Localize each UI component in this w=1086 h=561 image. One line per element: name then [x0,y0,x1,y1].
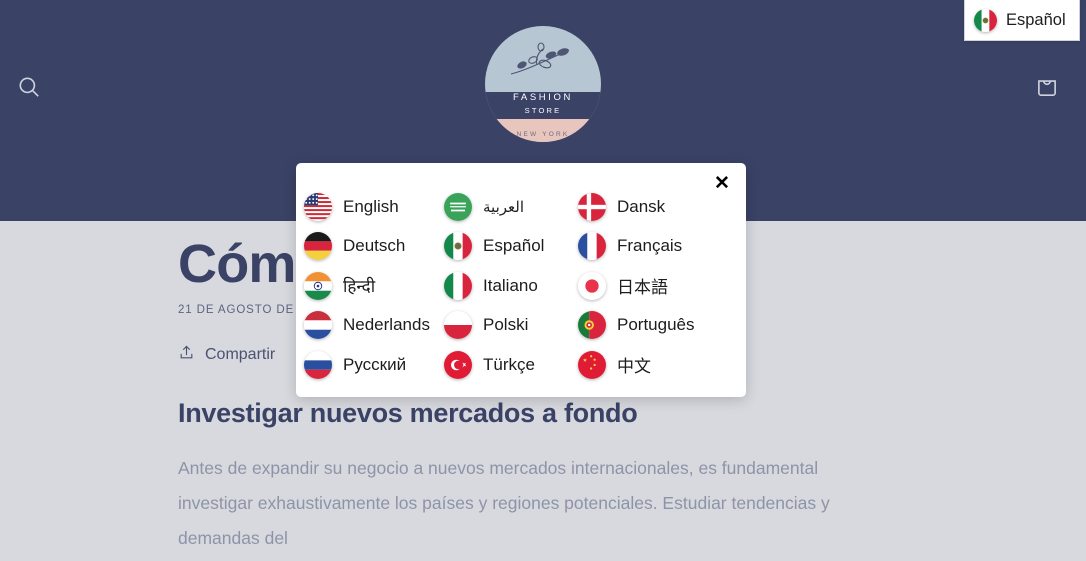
flag-pl-icon [444,311,472,340]
language-option-fran-ais[interactable]: Français [572,227,732,267]
flag-dk-icon [578,192,606,221]
share-label: Compartir [205,346,276,363]
language-option-[interactable]: Русский [298,345,438,385]
language-option-label: Italiano [483,275,538,295]
flag-de-icon [304,232,332,261]
language-option-label: 中文 [617,357,651,377]
language-option-label: Polski [483,315,529,335]
language-option-portugu-s[interactable]: Português [572,306,732,346]
language-option-label: Español [483,236,545,256]
flag-cn-icon [578,350,606,379]
language-option-espa-ol[interactable]: Español [438,227,572,267]
flag-nl-icon [304,311,332,340]
language-option-deutsch[interactable]: Deutsch [298,227,438,267]
flag-ru-icon [304,350,332,379]
language-option-[interactable]: العربية [438,187,572,227]
site-logo[interactable]: FASHION STORE NEW YORK [485,26,601,142]
logo-branch-icon [510,42,570,75]
flag-mx-icon [974,8,997,32]
logo-text-store: STORE [524,105,562,115]
language-option-dansk[interactable]: Dansk [572,187,732,227]
logo-text-city: NEW YORK [516,131,570,138]
flag-in-icon [304,271,332,300]
language-option-label: English [343,196,399,216]
share-icon [178,344,195,366]
language-list: English العربية Dansk Deutsch Español Françai… [296,187,746,385]
shopping-bag-icon [1034,74,1060,105]
language-switcher-label: Español [1006,10,1066,29]
language-option-label: 日本語 [617,278,668,298]
flag-pt-icon [578,311,606,340]
search-icon [16,74,42,105]
language-option-label: Türkçe [483,354,535,374]
logo-text-fashion: FASHION [513,91,573,103]
flag-tr-icon [444,350,472,379]
language-option-[interactable]: 中文 [572,345,732,385]
language-option-label: हिन्दी [343,277,376,297]
body-heading: Investigar nuevos mercados a fondo [178,398,638,428]
body-paragraph: Antes de expandir su negocio a nuevos me… [178,458,830,548]
flag-sa-icon [444,192,472,221]
flag-jp-icon [578,271,606,300]
language-option-label: Français [617,236,683,256]
language-option-label: Dansk [617,196,666,216]
language-option-label: Русский [343,354,407,374]
language-option-english[interactable]: English [298,187,438,227]
language-option-t-rk-e[interactable]: Türkçe [438,345,572,385]
flag-us-icon [304,192,332,221]
flag-fr-icon [578,232,606,261]
header-inner: FASHION STORE NEW YORK [0,0,1086,160]
language-option-italiano[interactable]: Italiano [438,266,572,306]
language-option-label: Português [617,315,695,335]
language-option-polski[interactable]: Polski [438,306,572,346]
flag-mx-icon [444,232,472,261]
language-option-nederlands[interactable]: Nederlands [298,306,438,346]
language-option-label: Nederlands [343,315,430,335]
language-option-label: العربية [483,198,524,216]
share-button[interactable]: Compartir [178,344,275,366]
logo-circle: FASHION STORE NEW YORK [485,26,601,142]
language-switcher-button[interactable]: Español [964,0,1080,41]
flag-it-icon [444,271,472,300]
language-option-[interactable]: हिन्दी [298,266,438,306]
language-option-label: Deutsch [343,236,406,256]
search-button[interactable] [0,60,58,118]
cart-button[interactable] [1018,60,1076,118]
language-option-[interactable]: 日本語 [572,266,732,306]
language-dropdown-panel: ✕ English العربية Dansk Deutsch Español Franç… [296,163,746,397]
